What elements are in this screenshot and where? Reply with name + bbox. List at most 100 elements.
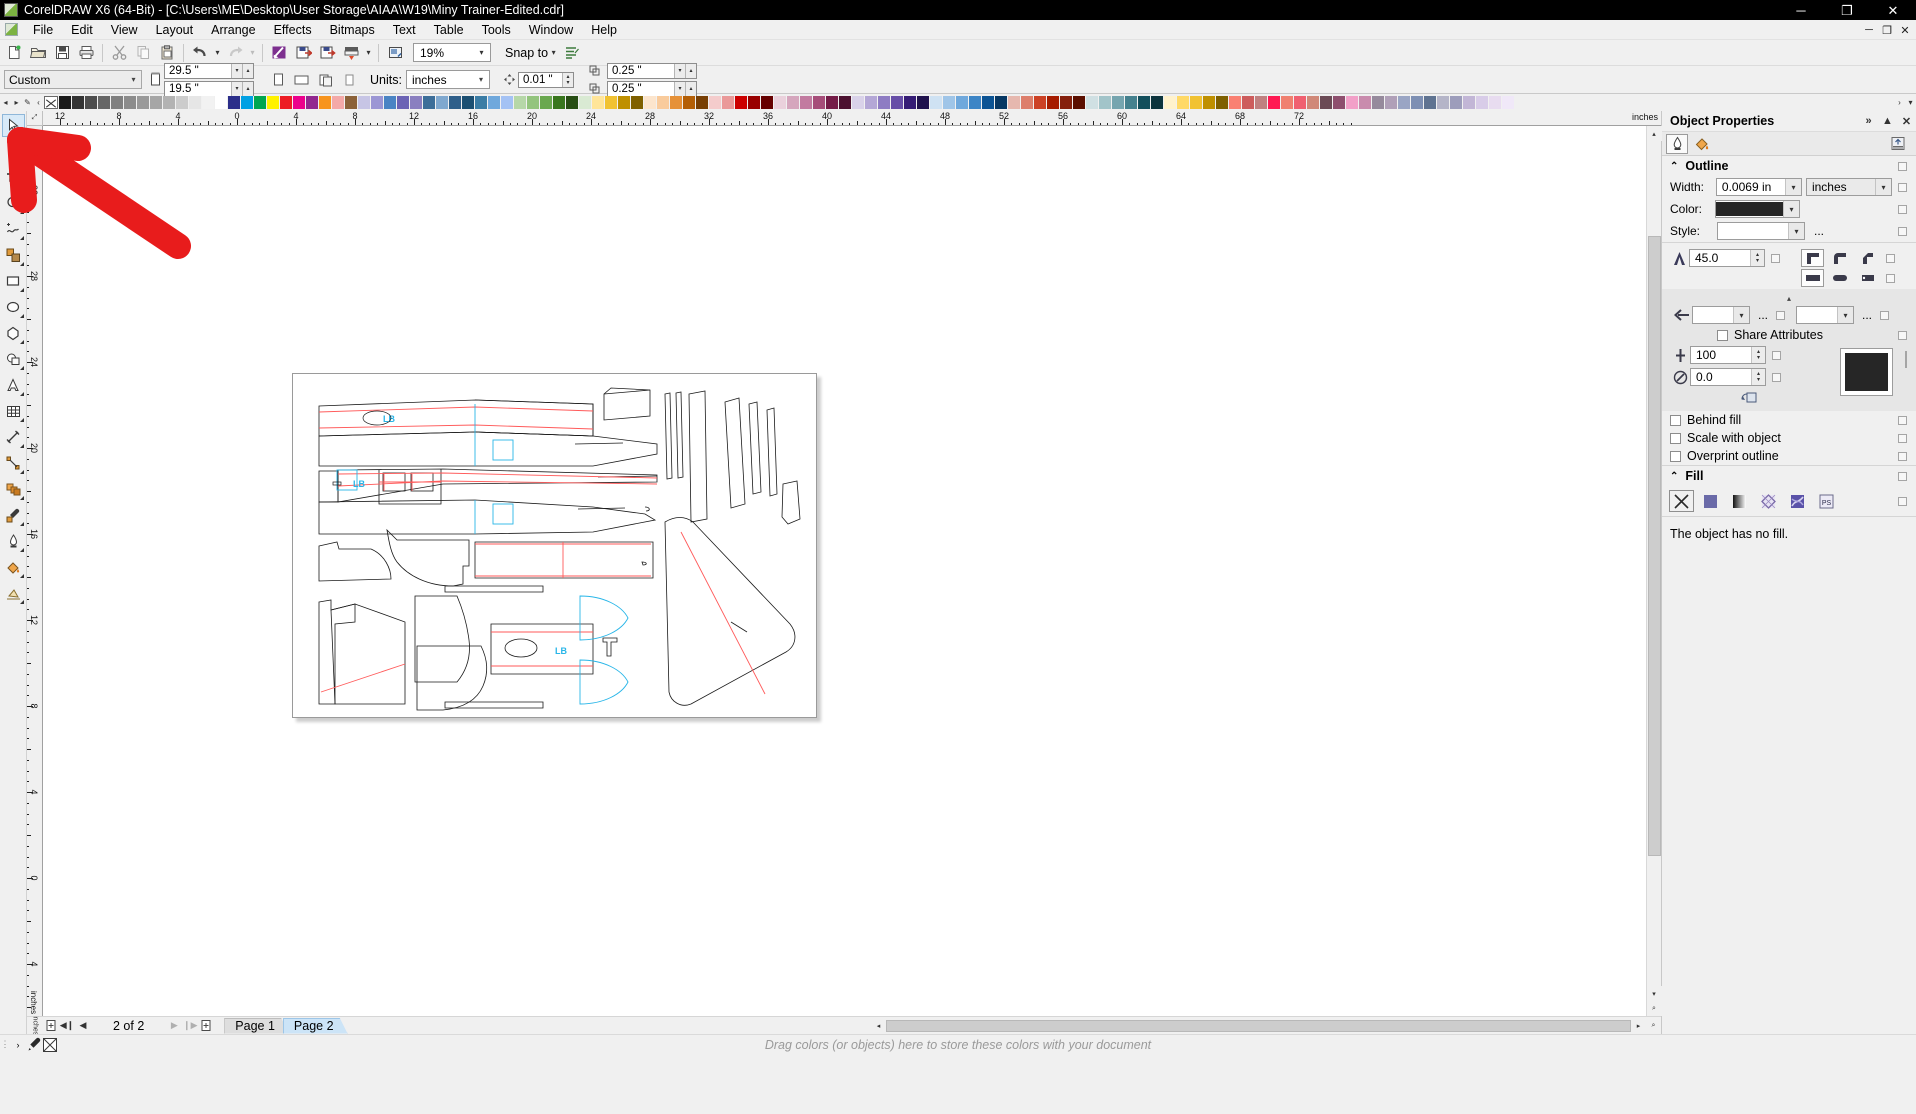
palette-swatch-21[interactable] [332,96,345,109]
palette-swatch-22[interactable] [345,96,358,109]
palette-swatch-90[interactable] [1229,96,1242,109]
document-page[interactable]: LB LB LB [292,373,817,718]
palette-swatch-12[interactable] [215,96,228,109]
cap-lock-checkbox[interactable] [1886,273,1895,283]
palette-swatch-69[interactable] [956,96,969,109]
current-page-button[interactable] [338,68,362,92]
palette-swatch-13[interactable] [228,96,241,109]
palette-swatch-62[interactable] [865,96,878,109]
palette-swatch-92[interactable] [1255,96,1268,109]
palette-swatch-109[interactable] [1476,96,1489,109]
duplicate-y-spin-down[interactable]: ▾ [673,81,685,96]
palette-swatch-16[interactable] [267,96,280,109]
butt-cap-button[interactable] [1801,269,1824,287]
horizontal-scrollbar[interactable]: ◂ ▸ ⌕ [871,1018,1661,1033]
chevron-down-icon[interactable]: ▾ [1783,201,1799,217]
bevel-corner-button[interactable] [1855,249,1878,267]
menu-arrange[interactable]: Arrange [202,21,264,39]
copy-icon[interactable] [131,41,155,65]
palette-swatch-18[interactable] [293,96,306,109]
end-arrow-more-button[interactable]: ... [1862,308,1872,322]
outline-width-lock-checkbox[interactable] [1897,182,1907,192]
palette-swatch-11[interactable] [202,96,215,109]
palette-swatch-104[interactable] [1411,96,1424,109]
color-eyedropper-tool[interactable] [2,504,25,527]
palette-scroll-right-icon[interactable]: ▸ [11,95,22,110]
palette-swatch-37[interactable] [540,96,553,109]
palette-swatch-29[interactable] [436,96,449,109]
palette-swatch-70[interactable] [969,96,982,109]
start-arrow-lock-checkbox[interactable] [1776,310,1786,320]
miter-corner-button[interactable] [1801,249,1824,267]
outline-lock-checkbox[interactable] [1898,161,1907,171]
table-tool[interactable] [2,400,25,423]
vscroll-thumb[interactable] [1647,236,1661,856]
crop-tool[interactable] [2,166,25,189]
end-arrow-lock-checkbox[interactable] [1880,310,1890,320]
share-attributes-row[interactable]: Share Attributes [1662,326,1916,344]
palette-swatch-40[interactable] [579,96,592,109]
palette-swatch-80[interactable] [1099,96,1112,109]
paste-icon[interactable] [155,41,179,65]
palette-swatch-52[interactable] [735,96,748,109]
round-cap-button[interactable] [1828,269,1851,287]
no-fill-button[interactable] [1669,490,1694,512]
page-height-spinner[interactable]: ▾ [231,81,242,96]
doc-close-button[interactable]: ✕ [1896,20,1914,40]
palette-swatch-110[interactable] [1489,96,1502,109]
palette-swatch-86[interactable] [1177,96,1190,109]
units-combobox[interactable]: inches ▾ [405,70,490,89]
share-attributes-lock-checkbox[interactable] [1898,330,1907,340]
palette-swatch-42[interactable] [605,96,618,109]
palette-swatch-98[interactable] [1333,96,1346,109]
duplicate-y-field[interactable]: 0.25 " ▾ ▴ [606,80,697,97]
palette-swatch-102[interactable] [1385,96,1398,109]
pattern-fill-button[interactable] [1756,490,1781,512]
miter-limit-field[interactable]: 45.0 ▴ ▾ [1689,249,1765,267]
outline-section-header[interactable]: ⌃ Outline [1662,156,1916,176]
palette-swatch-81[interactable] [1112,96,1125,109]
doc-restore-button[interactable]: ❐ [1878,20,1896,40]
next-page-button[interactable]: ▶ [166,1018,182,1034]
uniform-fill-button[interactable] [1698,490,1723,512]
palette-swatch-66[interactable] [917,96,930,109]
redo-icon[interactable] [223,41,247,65]
palette-swatch-75[interactable] [1034,96,1047,109]
round-corner-button[interactable] [1828,249,1851,267]
snap-to-label[interactable]: Snap to [505,46,548,60]
nudge-distance-field[interactable]: 0.01 " ▴ ▾ [517,71,574,88]
add-page-start-button[interactable] [43,1018,59,1034]
outline-dash-field[interactable]: 0.0 ▴ ▾ [1690,368,1766,386]
polygon-tool[interactable] [2,322,25,345]
postscript-fill-button[interactable]: PS [1814,490,1839,512]
text-tool[interactable] [2,374,25,397]
palette-swatch-100[interactable] [1359,96,1372,109]
vertical-ruler[interactable]: inches 32282420161284048 [27,126,43,1016]
palette-swatch-26[interactable] [397,96,410,109]
behind-fill-checkbox[interactable] [1670,414,1681,426]
palette-scroll-prev-icon[interactable]: ‹ [33,95,44,110]
palette-swatch-93[interactable] [1268,96,1281,109]
palette-swatch-84[interactable] [1151,96,1164,109]
start-arrow-combobox[interactable]: ▾ [1692,306,1750,324]
fill-tool[interactable] [2,556,25,579]
palette-swatch-111[interactable] [1502,96,1515,109]
scroll-left-icon[interactable]: ◂ [871,1018,886,1033]
palette-swatch-108[interactable] [1463,96,1476,109]
outline-position-field[interactable]: 100 ▴ ▾ [1690,346,1766,364]
palette-swatch-101[interactable] [1372,96,1385,109]
portrait-orientation-button[interactable] [266,68,290,92]
export-icon[interactable] [291,41,315,65]
print-document-icon[interactable] [74,41,98,65]
rectangle-tool[interactable] [2,270,25,293]
pdf-dropdown-arrow[interactable]: ▾ [363,41,374,65]
chevron-up-icon[interactable]: ⌃ [1670,161,1678,172]
texture-fill-button[interactable] [1785,490,1810,512]
overprint-outline-lock-checkbox[interactable] [1898,451,1907,461]
page-tab-1[interactable]: Page 1 [224,1018,289,1034]
vscroll-zoom-icon[interactable]: ⌕ [1646,1001,1662,1016]
palette-swatch-23[interactable] [358,96,371,109]
menu-layout[interactable]: Layout [147,21,203,39]
palette-swatch-89[interactable] [1216,96,1229,109]
palette-swatch-107[interactable] [1450,96,1463,109]
